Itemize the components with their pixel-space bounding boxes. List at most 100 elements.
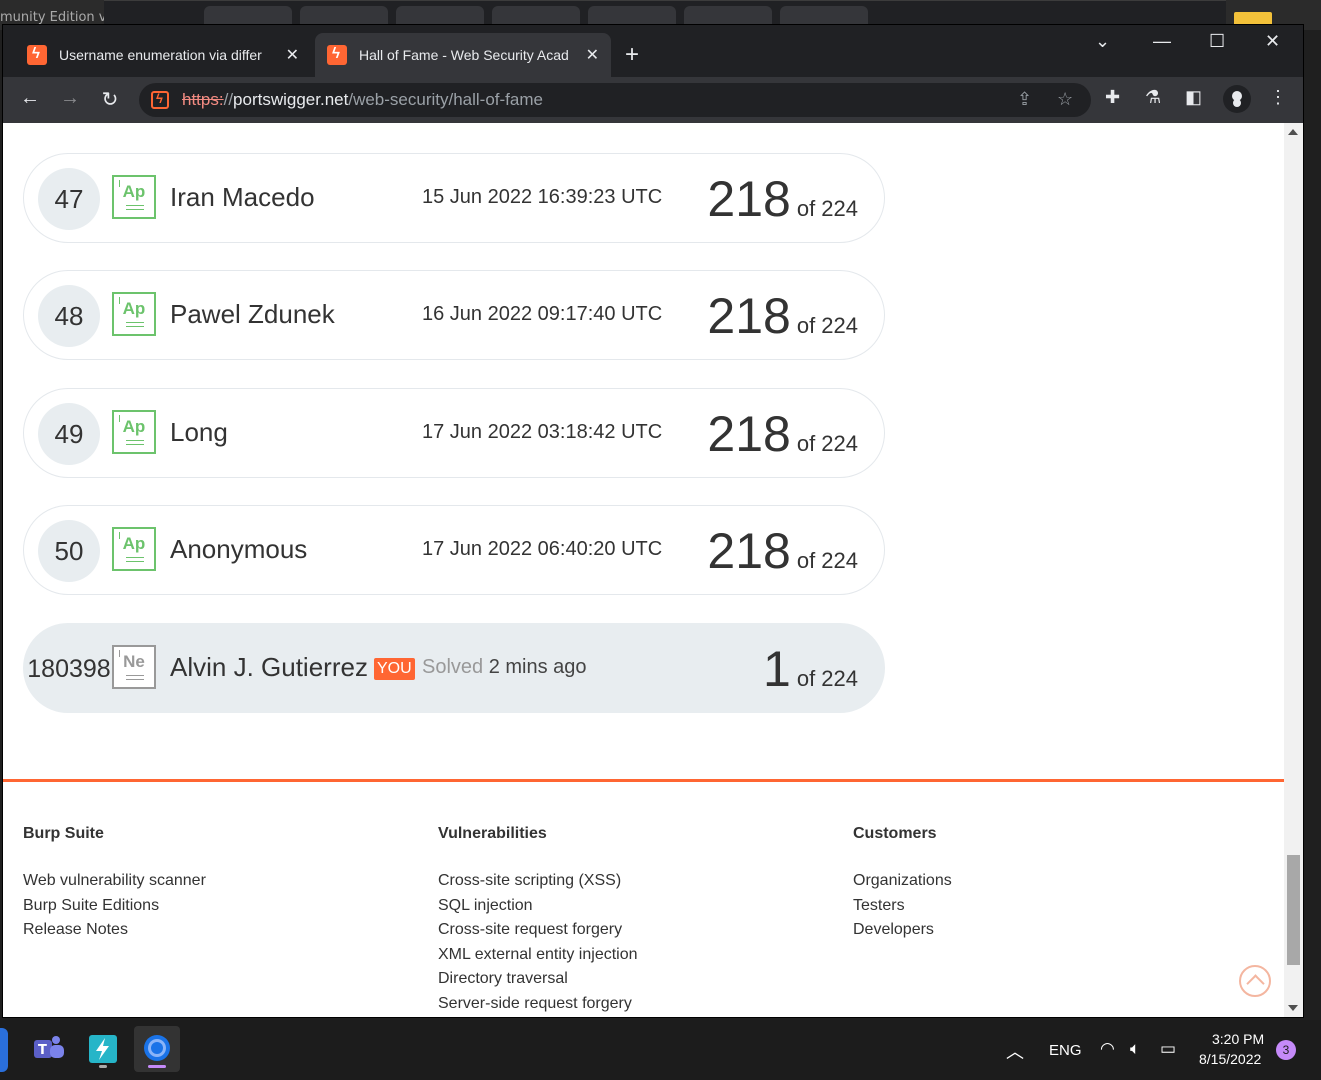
scroll-up-arrow-icon[interactable] [1288,129,1298,135]
window-close-icon[interactable]: ✕ [1265,31,1280,52]
reload-icon[interactable]: ↻ [97,87,123,112]
badge-label: Ap [122,417,146,436]
notification-count-badge[interactable]: 3 [1276,1040,1296,1060]
browser-window: Username enumeration via differ ✕ Hall o… [2,24,1304,1018]
more-menu-icon[interactable]: ⋮ [1269,87,1287,108]
clock-date[interactable]: 8/15/2022 [1199,1051,1261,1067]
background-tab[interactable] [492,6,580,26]
solved-total: of 224 [796,196,858,221]
completion-date: 17 Jun 2022 06:40:20 UTC [422,538,663,560]
solved-total: of 224 [796,666,858,691]
volume-icon[interactable]: 🔈︎ [1130,1039,1140,1059]
leaderboard-row: 49 Ap Long 17 Jun 2022 03:18:42 UTC 218 o… [23,388,885,478]
chrome-icon[interactable] [134,1026,180,1072]
footer-link[interactable]: Cross-site request forgery [438,918,638,943]
page-scrollbar[interactable] [1284,123,1303,1017]
address-bar[interactable]: https://portswigger.net/web-security/hal… [139,83,1091,117]
close-icon[interactable]: ✕ [586,45,599,65]
app-icon[interactable] [0,1028,8,1072]
labs-solved: 218 of 224 [707,287,858,345]
burp-suite-icon[interactable] [80,1026,126,1072]
leaderboard-row: 50 Ap Anonymous 17 Jun 2022 06:40:20 UTC… [23,505,885,595]
battery-icon[interactable]: ▭ [1160,1039,1176,1059]
tab-username-enumeration[interactable]: Username enumeration via differ ✕ [15,33,311,77]
clock-time[interactable]: 3:20 PM [1212,1031,1264,1047]
solved-total: of 224 [796,313,858,338]
taskbar: T ︿ ENG ◠ 🔈︎ ▭ 3:20 PM 8/15/2022 3 [0,1020,1321,1080]
profile-avatar-icon[interactable] [1223,85,1251,113]
close-icon[interactable]: ✕ [286,45,299,65]
new-tab-icon[interactable]: + [625,43,639,67]
page-content: 47 Ap Iran Macedo 15 Jun 2022 16:39:23 U… [3,123,1284,1017]
solved-total: of 224 [796,548,858,573]
badge-label: Ne [123,652,145,671]
footer-link[interactable]: Server-side request forgery [438,992,638,1017]
solved-count: 218 [707,523,791,579]
tab-search-chevron-icon[interactable]: ⌄ [1095,31,1110,52]
url-text[interactable]: https://portswigger.net/web-security/hal… [182,90,543,110]
lab-flask-icon[interactable]: ⚗ [1145,87,1161,108]
scroll-down-arrow-icon[interactable] [1288,1005,1298,1011]
badge-label: Ap [122,182,146,201]
language-indicator[interactable]: ENG [1049,1042,1082,1059]
user-name: Pawel Zdunek [170,299,335,329]
background-tab[interactable] [396,6,484,26]
svg-text:T: T [38,1043,47,1058]
badge-label: Ap [122,299,146,318]
url-host: portswigger.net [233,90,349,109]
labs-solved: 218 of 224 [707,170,858,228]
solved-total: of 224 [796,431,858,456]
footer-link[interactable]: XML external entity injection [438,943,638,968]
background-tab[interactable] [588,6,676,26]
minimize-icon[interactable]: — [1153,31,1171,52]
forward-arrow-icon[interactable]: → [57,87,83,110]
side-panel-icon[interactable]: ◧ [1185,87,1202,108]
extensions-puzzle-icon[interactable]: ✚ [1105,87,1120,108]
back-arrow-icon[interactable]: ← [17,87,43,110]
footer-link[interactable]: Organizations [853,869,952,894]
footer-link[interactable]: Release Notes [23,918,206,943]
level-badge-icon: Ap [112,292,156,336]
footer-link[interactable]: Directory traversal [438,967,638,992]
footer-link[interactable]: Web vulnerability scanner [23,869,206,894]
url-scheme: https: [182,90,224,109]
portswigger-favicon-icon [327,45,347,65]
scroll-thumb[interactable] [1287,855,1300,965]
leaderboard-row: 47 Ap Iran Macedo 15 Jun 2022 16:39:23 U… [23,153,885,243]
bookmark-star-icon[interactable]: ☆ [1057,89,1073,110]
level-badge-icon: Ap [112,410,156,454]
rank-number: 49 [38,403,100,465]
rank-number: 180398 [27,654,111,683]
chevron-up-icon[interactable]: ︿ [1006,1038,1024,1064]
labs-solved: 1 of 224 [763,640,858,698]
scroll-to-top-icon[interactable] [1239,965,1271,997]
solved-count: 1 [763,641,791,697]
footer-link[interactable]: Developers [853,918,952,943]
share-icon[interactable]: ⇪ [1017,89,1032,110]
maximize-icon[interactable]: ☐ [1209,31,1225,52]
portswigger-favicon-icon [27,45,47,65]
background-tab[interactable] [684,6,772,26]
footer-link[interactable]: Burp Suite Editions [23,894,206,919]
solved-status: Solved 2 mins ago [422,656,587,679]
user-name: Anonymous [170,534,308,564]
wifi-icon[interactable]: ◠ [1100,1039,1115,1059]
background-tab[interactable] [204,6,292,26]
footer-link[interactable]: Cross-site scripting (XSS) [438,869,638,894]
footer-column-customers: Customers Organizations Testers Develope… [853,825,952,943]
solved-label: Solved [422,656,484,678]
solved-count: 218 [707,171,791,227]
background-tab[interactable] [780,6,868,26]
url-separator: // [223,90,234,109]
footer-link[interactable]: SQL injection [438,894,638,919]
rank-number: 48 [38,285,100,347]
footer-link[interactable]: Testers [853,894,952,919]
tab-strip: Username enumeration via differ ✕ Hall o… [3,25,1303,77]
solved-time: 2 mins ago [488,656,587,678]
background-tab[interactable] [300,6,388,26]
footer-divider [3,779,1284,782]
user-name: Iran Macedo [170,182,315,212]
tab-hall-of-fame[interactable]: Hall of Fame - Web Security Acad ✕ [315,33,611,77]
teams-icon[interactable]: T [26,1026,72,1072]
site-favicon-icon [151,91,169,109]
